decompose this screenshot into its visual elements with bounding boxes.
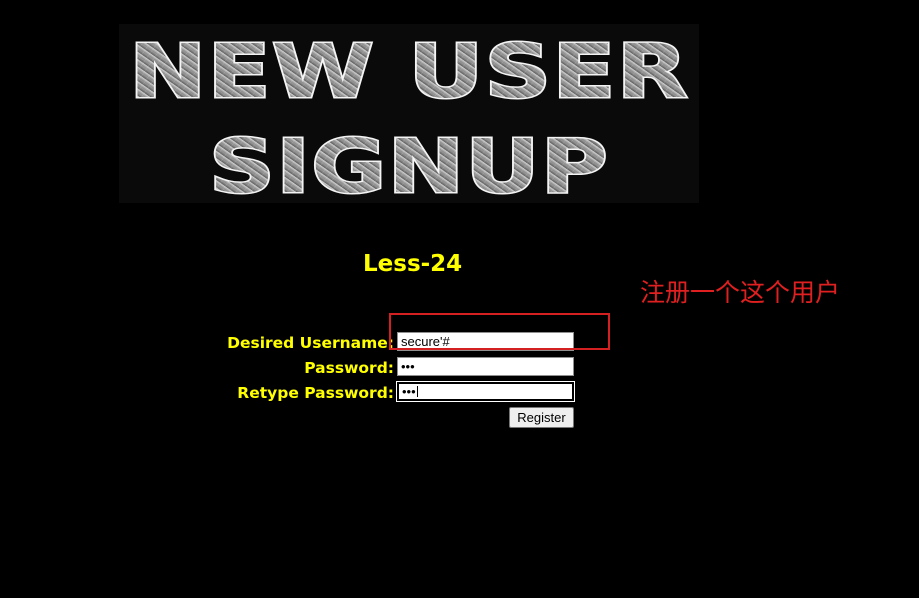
register-button[interactable]: Register xyxy=(509,407,574,428)
username-label: Desired Username: xyxy=(227,334,394,352)
text-caret xyxy=(416,385,418,398)
retype-password-value: ••• xyxy=(402,384,416,399)
password-input[interactable]: ••• xyxy=(397,357,574,376)
signup-page: NEW USER SIGNUP Less-24 Desired Username… xyxy=(0,0,919,598)
banner-line2: SIGNUP xyxy=(209,124,609,203)
username-value: secure'# xyxy=(401,334,450,349)
username-input[interactable]: secure'# xyxy=(397,332,574,351)
lesson-title: Less-24 xyxy=(363,251,463,277)
new-user-signup-banner: NEW USER SIGNUP xyxy=(119,24,699,203)
password-label: Password: xyxy=(304,359,394,377)
retype-password-input[interactable]: ••• xyxy=(397,382,574,401)
banner-line1: NEW USER xyxy=(129,29,689,115)
retype-password-label: Retype Password: xyxy=(237,384,394,402)
password-value: ••• xyxy=(401,359,415,374)
annotation-note: 注册一个这个用户 xyxy=(640,278,841,307)
